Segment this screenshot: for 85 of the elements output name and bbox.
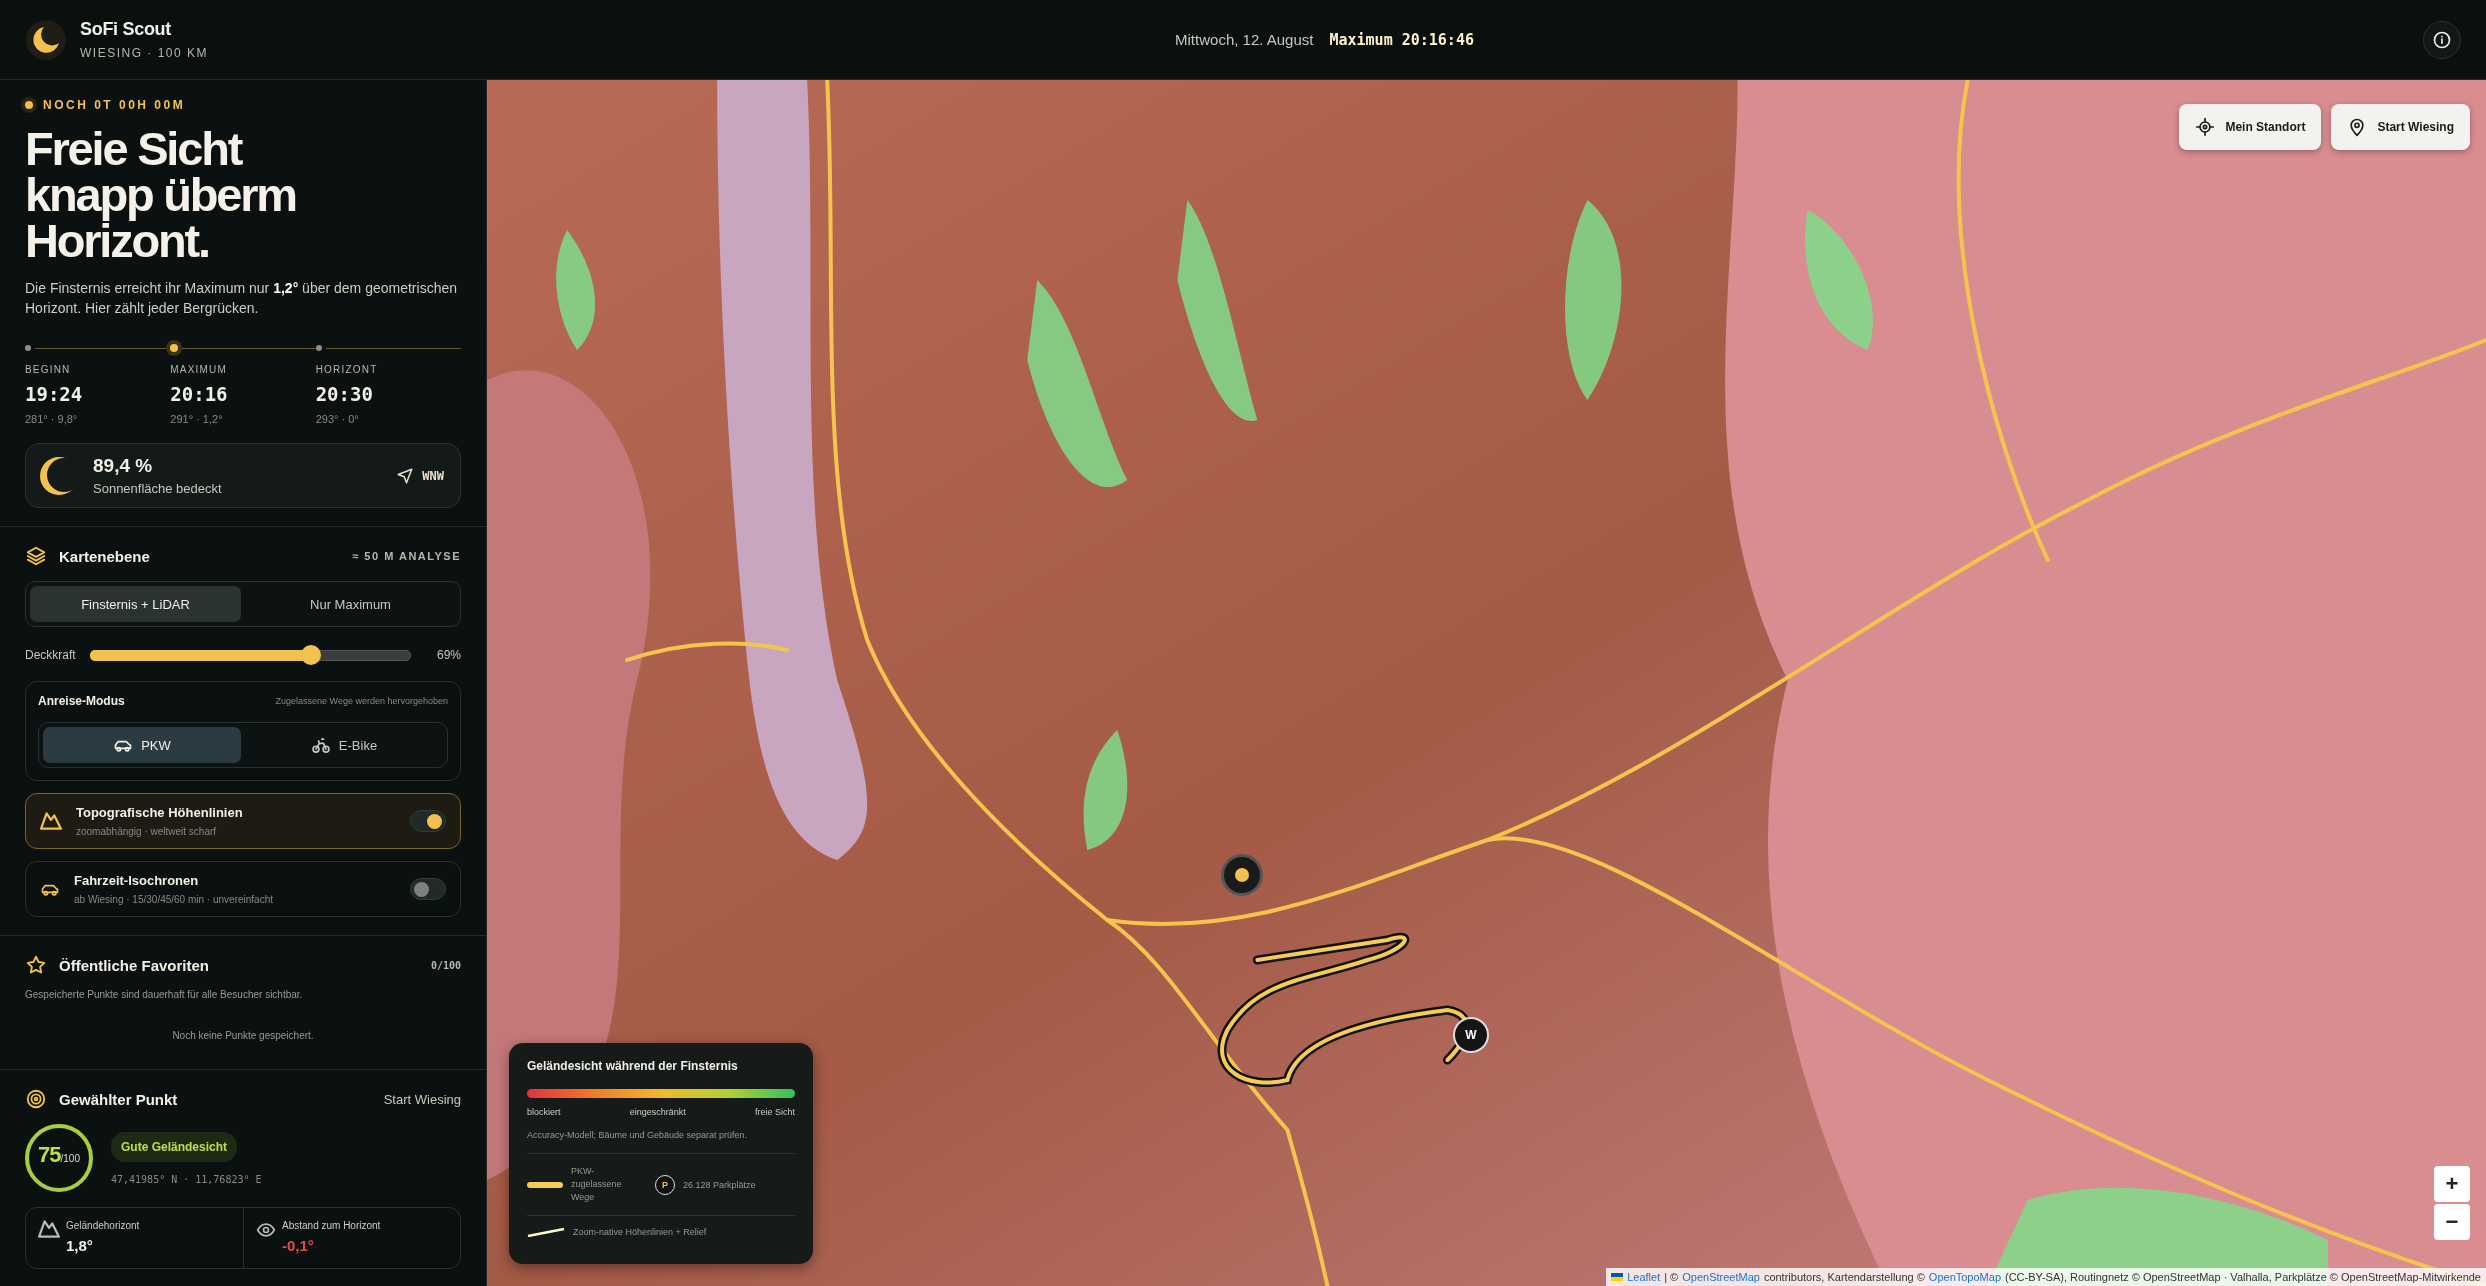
attribution-link[interactable]: OpenTopoMap [1928, 1271, 2001, 1283]
legend-label: PKW-zugelassene Wege [571, 1165, 623, 1204]
stat-label: Abstand zum Horizont [282, 1220, 381, 1231]
zoom-in-button[interactable]: + [2434, 1166, 2470, 1202]
toggle-detail: ab Wiesing · 15/30/45/60 min · unvereinfacht [74, 894, 273, 905]
slider-thumb[interactable] [301, 645, 322, 665]
flag-icon [1611, 1273, 1624, 1281]
attribution-link[interactable]: OpenStreetMap [1682, 1271, 1760, 1283]
phase-time: 20:16 [170, 383, 229, 405]
scale-label: eingeschränkt [629, 1107, 686, 1117]
eye-icon [256, 1220, 276, 1240]
info-icon [2432, 29, 2452, 50]
card-hint: Zugelassene Wege werden hervorgehoben [275, 696, 448, 706]
map-button[interactable]: Start Wiesing [2331, 104, 2470, 150]
phase-detail: 293° · 0° [315, 413, 360, 425]
opacity-slider[interactable] [89, 645, 411, 665]
maximum-time: Maximum 20:16:46 [1329, 30, 1474, 49]
opacity-reading: 69% [435, 648, 461, 662]
attribution-link[interactable]: Leaflet [1627, 1271, 1661, 1283]
section-title: Gewählter Punkt [59, 1090, 178, 1108]
mountain-icon [38, 1220, 60, 1238]
card-title: Anreise-Modus [38, 694, 125, 708]
favorites-count: 0/100 [430, 959, 461, 971]
stat-label: Geländehorizont [66, 1220, 140, 1231]
section-title: Öffentliche Favoriten [59, 956, 210, 974]
attribution-text: | © [1664, 1271, 1679, 1283]
mountain-icon [40, 812, 62, 830]
target-icon [25, 1088, 47, 1110]
rating-badge: Gute Geländesicht [111, 1131, 238, 1162]
legend-label: Zoom-native Höhenlinien + Relief [573, 1227, 707, 1237]
score-ring: 75/100 [25, 1124, 93, 1192]
status-dot [25, 101, 33, 109]
coverage-label: Sonnenfläche bedeckt [93, 481, 222, 496]
eclipse-date: Mittwoch, 12. August [1175, 31, 1314, 48]
section-title: Kartenebene [59, 547, 150, 565]
crosshair-icon [2195, 117, 2216, 137]
moon-logo-icon [26, 19, 66, 60]
analysis-label: ≈ 50 M ANALYSE [352, 550, 461, 562]
point-location: Start Wiesing [383, 1091, 461, 1107]
opacity-label: Deckkraft [25, 648, 76, 662]
toggle-switch[interactable] [410, 878, 446, 900]
contour-line-icon [527, 1227, 565, 1237]
coverage-value: 89,4 % [93, 455, 154, 477]
info-button[interactable] [2423, 20, 2461, 59]
stat-value: 1,8° [66, 1237, 94, 1254]
direction-text: WNW [422, 468, 444, 483]
layers-icon [25, 545, 47, 567]
layer-tab[interactable]: Finsternis + LiDAR [30, 586, 241, 622]
favorites-description: Gespeicherte Punkte sind dauerhaft für alle Besucher sichtbar. [25, 989, 304, 1000]
phase-detail: 291° · 1,2° [170, 413, 224, 425]
stat-value: -0,1° [282, 1237, 315, 1254]
phase-label: BEGINN [25, 364, 72, 375]
headline: Freie Sicht knapp überm Horizont. [25, 126, 297, 264]
star-icon [25, 954, 47, 976]
toggle-title: Fahrzeit-Isochronen [74, 873, 200, 888]
intro-text: Die Finsternis erreicht ihr Maximum nur 1,2° über dem geometrischen Horizont. Hier zählt jeder Bergrücken. [25, 279, 458, 318]
scale-label: freie Sicht [754, 1107, 795, 1117]
zoom-out-button[interactable]: − [2434, 1204, 2470, 1240]
toggle-switch[interactable] [410, 810, 446, 832]
toggle-detail: zoomabhängig · weltweit scharf [76, 826, 218, 837]
phase-label: MAXIMUM [170, 364, 229, 375]
legend-title: Geländesicht während der Finsternis [527, 1059, 739, 1073]
legend-label: 26.128 Parkplätze [683, 1179, 756, 1190]
phase-detail: 281° · 9,8° [25, 413, 79, 425]
phase-time: 19:24 [25, 383, 84, 405]
attribution-text: (CC-BY-SA), Routingnetz © OpenStreetMap · Valhalla, Parkplätze © OpenStreetMap-Mitwirkende [2005, 1271, 2481, 1283]
travel-mode-tab[interactable]: PKW [43, 727, 241, 763]
map-button[interactable]: Mein Standort [2179, 104, 2322, 150]
scale-label: blockiert [527, 1107, 561, 1117]
eclipse-icon [39, 455, 79, 496]
toggle-title: Topografische Höhenlinien [76, 805, 243, 820]
phase-time: 20:30 [315, 383, 374, 405]
attribution-text: contributors, Kartendarstellung © [1763, 1271, 1925, 1283]
empty-message: Noch keine Punkte gespeichert. [171, 1030, 315, 1041]
legend-note: Accuracy-Modell; Bäume und Gebäude separat prüfen. [527, 1130, 795, 1154]
phase-label: HORIZONT [315, 364, 379, 375]
bicycle-icon [310, 735, 331, 755]
layer-tab[interactable]: Nur Maximum [245, 586, 456, 622]
travel-mode-tab[interactable]: E-Bike [245, 727, 443, 763]
coordinates: 47,41985° N · 11,76823° E [111, 1173, 262, 1185]
navigation-arrow-icon [396, 466, 415, 485]
app-subtitle: WIESING · 100 KM [80, 46, 209, 60]
app-title: SoFi Scout [80, 19, 172, 40]
countdown-text: NOCH 0T 00H 00M [43, 98, 186, 112]
parking-marker: P [655, 1174, 675, 1195]
